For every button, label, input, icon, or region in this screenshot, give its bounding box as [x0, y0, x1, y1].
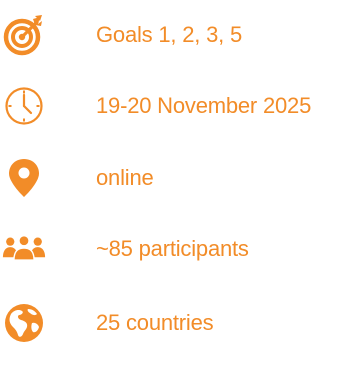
globe-icon [2, 293, 46, 353]
info-row-location: online [0, 148, 358, 208]
clock-icon [2, 76, 46, 136]
info-row-goals: Goals 1, 2, 3, 5 [0, 5, 358, 65]
date-label: 19-20 November 2025 [96, 93, 312, 118]
target-icon [2, 5, 46, 65]
info-row-participants: ~85 participants [0, 219, 358, 279]
event-info-list: Goals 1, 2, 3, 5 19-20 November 2025 onl… [0, 0, 358, 380]
info-row-date: 19-20 November 2025 [0, 76, 358, 136]
location-label: online [96, 165, 154, 190]
goals-label: Goals 1, 2, 3, 5 [96, 22, 242, 47]
location-pin-icon [2, 148, 46, 208]
people-icon [2, 219, 46, 279]
info-row-countries: 25 countries [0, 293, 358, 353]
countries-label: 25 countries [96, 310, 214, 335]
participants-label: ~85 participants [96, 236, 249, 261]
